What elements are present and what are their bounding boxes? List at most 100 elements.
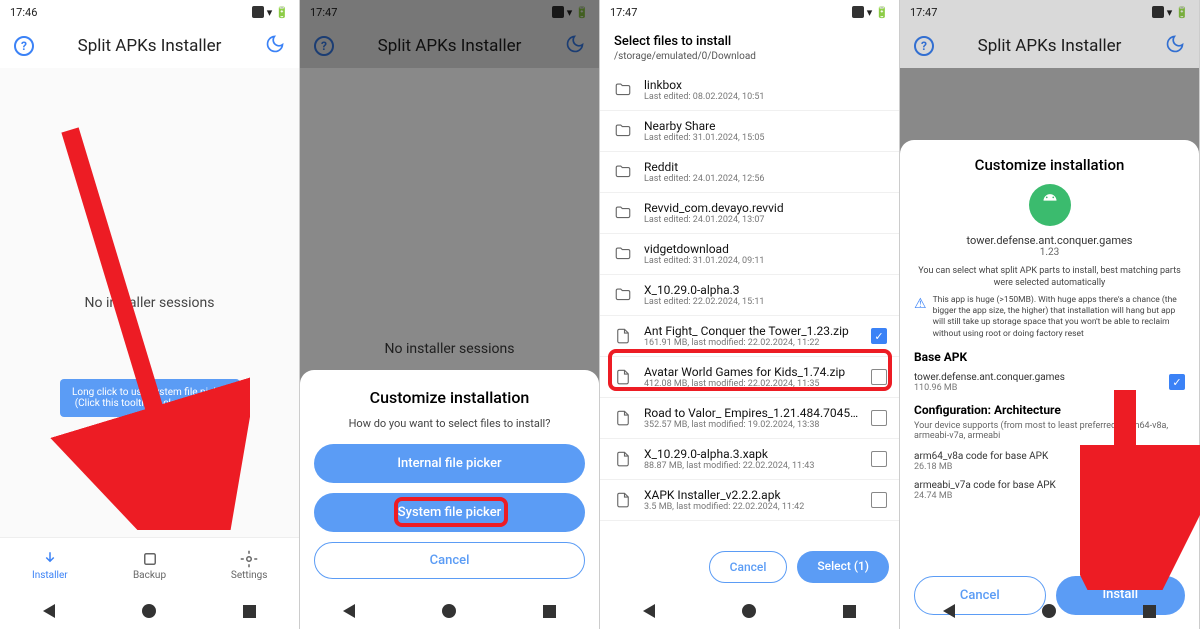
file-meta: 161.91 MB, last modified: 22.02.2024, 11… — [644, 338, 861, 348]
checkbox-icon[interactable] — [871, 369, 887, 385]
file-meta: Last edited: 31.01.2024, 09:11 — [644, 256, 887, 266]
folder-icon — [612, 163, 634, 181]
internal-picker-button[interactable]: Internal file picker — [314, 444, 585, 483]
back-button[interactable] — [343, 604, 355, 618]
screen-2: 17:47 ▾🔋 ? Split APKs Installer No insta… — [300, 0, 600, 629]
file-row[interactable]: Nearby ShareLast edited: 31.01.2024, 15:… — [600, 111, 899, 152]
file-row[interactable]: X_10.29.0-alpha.3.xapk88.87 MB, last mod… — [600, 439, 899, 480]
file-name: Nearby Share — [644, 119, 887, 133]
checkbox-icon[interactable] — [871, 451, 887, 467]
recents-button[interactable] — [243, 605, 256, 618]
warning-icon: ⚠ — [914, 295, 927, 339]
android-nav — [0, 593, 299, 629]
nav-installer[interactable]: Installer — [0, 538, 100, 593]
file-name: X_10.29.0-alpha.3.xapk — [644, 447, 861, 461]
status-bar: 17:47 ▾🔋 — [600, 0, 899, 24]
system-picker-button[interactable]: System file picker — [314, 493, 585, 532]
file-meta: Last edited: 08.02.2024, 10:51 — [644, 92, 887, 102]
sheet-title: Customize installation — [914, 156, 1185, 174]
file-meta: Last edited: 22.02.2024, 15:11 — [644, 297, 887, 307]
file-name: vidgetdownload — [644, 242, 887, 256]
arch-description: Your device supports (from most to least… — [914, 421, 1185, 441]
checkbox-icon[interactable]: ✓ — [1169, 374, 1185, 390]
file-row[interactable]: linkboxLast edited: 08.02.2024, 10:51 — [600, 70, 899, 111]
file-icon — [612, 368, 634, 386]
install-icon — [104, 435, 118, 449]
package-name: tower.defense.ant.conquer.games — [914, 234, 1185, 247]
checkbox-icon[interactable] — [871, 410, 887, 426]
file-row[interactable]: vidgetdownloadLast edited: 31.01.2024, 0… — [600, 234, 899, 275]
home-button[interactable] — [742, 604, 756, 618]
checkbox-icon[interactable] — [871, 492, 887, 508]
file-icon — [612, 327, 634, 345]
screen-1: 17:46 ▾🔋 ? Split APKs Installer No insta… — [0, 0, 300, 629]
home-button[interactable] — [442, 604, 456, 618]
status-time: 17:47 — [610, 6, 637, 19]
backup-icon — [141, 550, 159, 568]
checkbox-icon[interactable] — [1169, 482, 1185, 498]
status-time: 17:47 — [910, 6, 937, 19]
file-meta: Last edited: 24.01.2024, 13:07 — [644, 215, 887, 225]
file-row[interactable]: Avatar World Games for Kids_1.74.zip412.… — [600, 357, 899, 398]
bottom-nav: Installer Backup Settings — [0, 537, 299, 593]
file-name: Avatar World Games for Kids_1.74.zip — [644, 365, 861, 379]
size-warning: ⚠ This app is huge (>150MB). With huge a… — [914, 295, 1185, 339]
folder-icon — [612, 286, 634, 304]
base-apk-row[interactable]: tower.defense.ant.conquer.games 110.96 M… — [914, 368, 1185, 397]
base-apk-section: Base APK — [914, 350, 1185, 364]
install-tooltip[interactable]: Long click to use system file picker (Cl… — [60, 379, 240, 417]
picker-sheet: Customize installation How do you want t… — [300, 370, 599, 593]
arch-row[interactable]: arm64_v8a code for base APK 26.18 MB ✓ — [914, 447, 1185, 476]
back-button[interactable] — [43, 604, 55, 618]
checkbox-icon[interactable]: ✓ — [871, 328, 887, 344]
file-row[interactable]: RedditLast edited: 24.01.2024, 12:56 — [600, 152, 899, 193]
settings-icon — [240, 550, 258, 568]
moon-icon[interactable] — [265, 34, 285, 58]
file-picker-header: Select files to install /storage/emulate… — [600, 24, 899, 70]
package-version: 1.23 — [914, 247, 1185, 258]
nav-backup[interactable]: Backup — [100, 538, 200, 593]
install-description: You can select what split APK parts to i… — [914, 266, 1185, 289]
sheet-question: How do you want to select files to insta… — [314, 417, 585, 430]
file-meta: Last edited: 24.01.2024, 12:56 — [644, 174, 887, 184]
screen-3: 17:47 ▾🔋 Select files to install /storag… — [600, 0, 900, 629]
file-row[interactable]: XAPK Installer_v2.2.2.apk3.5 MB, last mo… — [600, 480, 899, 521]
app-bar: ? Split APKs Installer — [900, 24, 1199, 68]
arch-row[interactable]: armeabi_v7a code for base APK 24.74 MB — [914, 476, 1185, 505]
folder-icon — [612, 122, 634, 140]
select-button[interactable]: Select (1) — [797, 551, 889, 583]
status-bar: 17:46 ▾🔋 — [0, 0, 299, 24]
file-row[interactable]: Ant Fight_ Conquer the Tower_1.23.zip161… — [600, 316, 899, 357]
file-meta: 3.5 MB, last modified: 22.02.2024, 11:42 — [644, 502, 861, 512]
back-button[interactable] — [643, 604, 655, 618]
checkbox-icon[interactable]: ✓ — [1169, 453, 1185, 469]
help-icon[interactable]: ? — [14, 36, 34, 56]
file-row[interactable]: X_10.29.0-alpha.3Last edited: 22.02.2024… — [600, 275, 899, 316]
moon-icon[interactable] — [1165, 34, 1185, 58]
recents-button[interactable] — [843, 605, 856, 618]
file-meta: 412.08 MB, last modified: 22.02.2024, 11… — [644, 379, 861, 389]
file-row[interactable]: Revvid_com.devayo.revvidLast edited: 24.… — [600, 193, 899, 234]
file-name: Ant Fight_ Conquer the Tower_1.23.zip — [644, 324, 861, 338]
file-name: X_10.29.0-alpha.3 — [644, 283, 887, 297]
file-icon — [612, 450, 634, 468]
help-icon[interactable]: ? — [914, 36, 934, 56]
screen-4: 17:47 ▾🔋 ? Split APKs Installer Customiz… — [900, 0, 1200, 629]
file-list[interactable]: linkboxLast edited: 08.02.2024, 10:51Nea… — [600, 70, 899, 541]
file-icon — [612, 409, 634, 427]
cancel-button[interactable]: Cancel — [709, 551, 788, 583]
nav-settings[interactable]: Settings — [199, 538, 299, 593]
customize-sheet: Customize installation tower.defense.ant… — [900, 140, 1199, 629]
folder-icon — [612, 245, 634, 263]
app-title: Split APKs Installer — [978, 36, 1122, 56]
cancel-button[interactable]: Cancel — [314, 542, 585, 579]
home-button[interactable] — [1042, 604, 1056, 618]
back-button[interactable] — [943, 604, 955, 618]
install-apks-button[interactable]: Install APKs — [84, 424, 215, 459]
recents-button[interactable] — [1143, 605, 1156, 618]
home-button[interactable] — [142, 604, 156, 618]
file-row[interactable]: Road to Valor_ Empires_1.21.484.70450.zi… — [600, 398, 899, 439]
app-bar: ? Split APKs Installer — [0, 24, 299, 68]
file-meta: Last edited: 31.01.2024, 15:05 — [644, 133, 887, 143]
recents-button[interactable] — [543, 605, 556, 618]
